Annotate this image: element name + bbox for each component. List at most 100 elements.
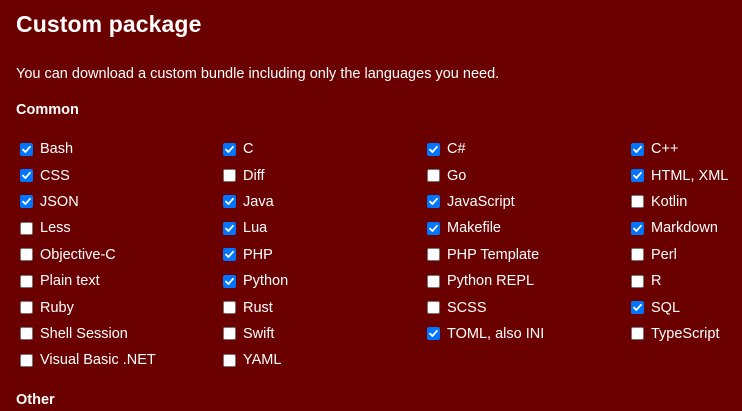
language-option[interactable]: JSON	[20, 189, 223, 215]
language-option[interactable]: Visual Basic .NET	[20, 347, 223, 373]
checkbox-checked[interactable]	[427, 195, 440, 209]
checkbox-checked[interactable]	[20, 195, 33, 209]
checkbox-unchecked[interactable]	[223, 301, 236, 315]
checkbox-checked[interactable]	[427, 327, 440, 341]
page-title: Custom package	[16, 11, 202, 37]
checkbox-unchecked[interactable]	[223, 169, 236, 183]
language-label: Makefile	[447, 220, 501, 237]
language-option[interactable]: Markdown	[631, 215, 740, 241]
language-option[interactable]: HTML, XML	[631, 162, 740, 188]
language-label: C	[243, 141, 254, 158]
checkbox-checked[interactable]	[223, 221, 236, 235]
checkbox-checked[interactable]	[631, 301, 644, 315]
language-option[interactable]: Python REPL	[427, 268, 631, 294]
checkbox-checked[interactable]	[223, 274, 236, 288]
language-option[interactable]: PHP Template	[427, 242, 631, 268]
checkbox-checked[interactable]	[427, 142, 440, 156]
language-option[interactable]: C#	[427, 136, 631, 162]
checkbox-checked[interactable]	[631, 221, 644, 235]
language-option[interactable]: TOML, also INI	[427, 321, 631, 347]
checkbox-unchecked[interactable]	[631, 248, 644, 262]
checkbox-unchecked[interactable]	[20, 274, 33, 288]
language-option[interactable]: Rust	[223, 294, 427, 320]
checkbox-checked[interactable]	[631, 169, 644, 183]
language-option[interactable]: PHP	[223, 242, 427, 268]
checkmark-icon	[225, 198, 234, 206]
language-label: Go	[447, 167, 467, 184]
language-option[interactable]: Java	[223, 189, 427, 215]
language-label: Rust	[243, 299, 273, 316]
checkbox-checked[interactable]	[427, 221, 440, 235]
language-option[interactable]: Diff	[223, 162, 427, 188]
language-option[interactable]: JavaScript	[427, 189, 631, 215]
language-option[interactable]: Python	[223, 268, 427, 294]
checkbox-unchecked[interactable]	[427, 301, 440, 315]
language-label: Lua	[243, 220, 268, 237]
language-label: Diff	[243, 167, 265, 184]
checkmark-icon	[22, 145, 31, 153]
language-option[interactable]: Perl	[631, 242, 740, 268]
language-option[interactable]: Shell Session	[20, 321, 223, 347]
checkbox-checked[interactable]	[20, 142, 33, 156]
checkmark-icon	[225, 224, 234, 232]
language-label: JavaScript	[447, 193, 515, 210]
language-option[interactable]: C	[223, 136, 427, 162]
language-checkbox-grid: Bash C C# C++ CSS Diff Go HTML, XML JSON Java Java…	[20, 136, 740, 374]
checkbox-unchecked[interactable]	[631, 274, 644, 288]
checkbox-checked[interactable]	[223, 195, 236, 209]
checkbox-unchecked[interactable]	[223, 327, 236, 341]
checkbox-unchecked[interactable]	[427, 169, 440, 183]
language-label: Shell Session	[40, 325, 128, 342]
checkbox-unchecked[interactable]	[427, 248, 440, 262]
checkmark-icon	[633, 145, 642, 153]
language-label: PHP Template	[447, 246, 540, 263]
checkmark-icon	[429, 198, 438, 206]
language-option[interactable]: Ruby	[20, 294, 223, 320]
checkmark-icon	[633, 303, 642, 311]
checkbox-unchecked[interactable]	[20, 353, 33, 367]
language-option[interactable]: Plain text	[20, 268, 223, 294]
language-label: Visual Basic .NET	[40, 352, 156, 369]
checkmark-icon	[429, 224, 438, 232]
checkmark-icon	[429, 145, 438, 153]
language-option[interactable]: R	[631, 268, 740, 294]
checkbox-unchecked[interactable]	[223, 353, 236, 367]
language-label: TOML, also INI	[447, 325, 545, 342]
language-label: Swift	[243, 325, 275, 342]
language-label: TypeScript	[651, 325, 720, 342]
checkmark-icon	[22, 198, 31, 206]
language-option[interactable]: TypeScript	[631, 321, 740, 347]
language-option[interactable]: Go	[427, 162, 631, 188]
checkbox-unchecked[interactable]	[427, 274, 440, 288]
language-option[interactable]: CSS	[20, 162, 223, 188]
checkbox-checked[interactable]	[20, 169, 33, 183]
language-label: Ruby	[40, 299, 74, 316]
checkmark-icon	[22, 171, 31, 179]
checkmark-icon	[633, 171, 642, 179]
language-label: CSS	[40, 167, 70, 184]
checkbox-checked[interactable]	[631, 142, 644, 156]
language-label: SCSS	[447, 299, 487, 316]
checkbox-unchecked[interactable]	[20, 301, 33, 315]
checkbox-unchecked[interactable]	[20, 248, 33, 262]
language-label: JSON	[40, 193, 79, 210]
language-option[interactable]: SCSS	[427, 294, 631, 320]
language-option[interactable]: C++	[631, 136, 740, 162]
language-label: Less	[40, 220, 71, 237]
checkbox-checked[interactable]	[223, 248, 236, 262]
checkbox-unchecked[interactable]	[20, 327, 33, 341]
checkbox-unchecked[interactable]	[631, 327, 644, 341]
language-option[interactable]: Makefile	[427, 215, 631, 241]
language-option[interactable]: YAML	[223, 347, 427, 373]
language-option[interactable]: Less	[20, 215, 223, 241]
language-option[interactable]: Lua	[223, 215, 427, 241]
checkbox-unchecked[interactable]	[631, 195, 644, 209]
language-option[interactable]: Objective-C	[20, 242, 223, 268]
checkbox-checked[interactable]	[223, 142, 236, 156]
language-option[interactable]: Bash	[20, 136, 223, 162]
checkbox-unchecked[interactable]	[20, 221, 33, 235]
language-option[interactable]: Swift	[223, 321, 427, 347]
section-title-common: Common	[16, 102, 79, 118]
language-option[interactable]: SQL	[631, 294, 740, 320]
language-option[interactable]: Kotlin	[631, 189, 740, 215]
